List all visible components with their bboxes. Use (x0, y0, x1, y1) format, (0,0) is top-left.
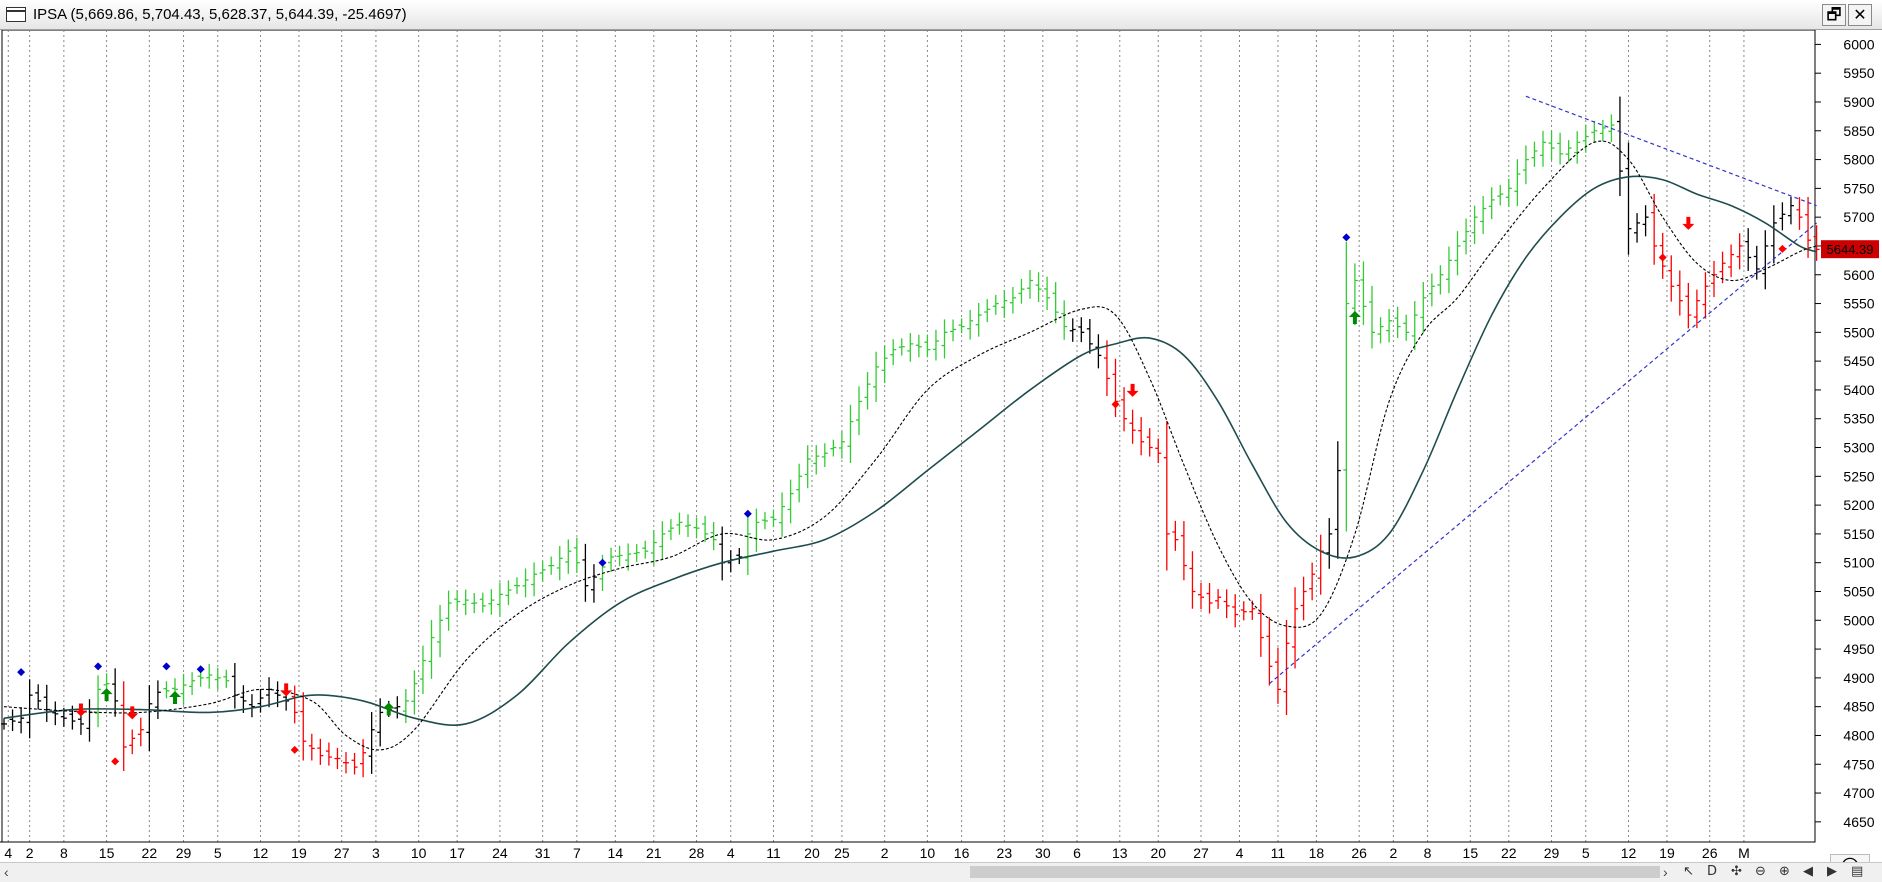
last-price-label: 5644.39 (1827, 242, 1874, 257)
y-tick-label: 5750 (1843, 180, 1874, 196)
price-chart[interactable]: 4 2 8 15 22 29 5 12 19 27 3 10 17 24 31 7 14 21 28 4 11 20 25 2… (0, 30, 1882, 862)
x-tick-label: 30 (1035, 845, 1051, 861)
close-window-button[interactable]: ✕ (1848, 4, 1872, 26)
restore-window-button[interactable]: 🗗 (1822, 4, 1846, 26)
draw-tool-icon[interactable]: D (1707, 864, 1717, 879)
x-tick-label: 20 (804, 845, 820, 861)
x-tick-label: 11 (766, 845, 781, 861)
grid-icon[interactable]: ▤ (1851, 864, 1863, 879)
x-tick-label: 2 (1389, 845, 1397, 861)
x-tick-label: 4 (1236, 845, 1244, 861)
x-tick-label: 6 (1073, 845, 1081, 861)
y-tick-label: 5600 (1843, 267, 1874, 283)
x-tick-label: 8 (1424, 845, 1432, 861)
x-tick-label: 4 (727, 845, 735, 861)
x-tick-label: 26 (1351, 845, 1367, 861)
y-tick-label: 5700 (1843, 209, 1874, 225)
title-bar: IPSA (5,669.86, 5,704.43, 5,628.37, 5,64… (0, 0, 1882, 30)
y-tick-label: 6000 (1843, 36, 1874, 52)
x-tick-label: M (1738, 845, 1750, 861)
chart-area[interactable]: 4 2 8 15 22 29 5 12 19 27 3 10 17 24 31 7 14 21 28 4 11 20 25 2… (0, 30, 1882, 880)
x-tick-label: 17 (449, 845, 465, 861)
x-tick-label: 29 (176, 845, 192, 861)
x-tick-label: 10 (920, 845, 936, 861)
y-tick-label: 4750 (1843, 756, 1874, 772)
x-tick-label: 4 (4, 845, 12, 861)
scroll-thumb[interactable] (970, 866, 1660, 878)
x-tick-label: 27 (1193, 845, 1209, 861)
x-tick-label: 11 (1271, 845, 1286, 861)
x-tick-label: 19 (291, 845, 307, 861)
x-tick-label: 12 (1621, 845, 1637, 861)
y-tick-label: 5450 (1843, 353, 1874, 369)
x-tick-label: 25 (834, 845, 850, 861)
zoom-out-icon[interactable]: ⊖ (1755, 864, 1766, 879)
x-tick-label: 14 (608, 845, 624, 861)
x-tick-label: 2 (881, 845, 889, 861)
x-tick-label: 21 (646, 845, 662, 861)
y-tick-label: 5400 (1843, 382, 1874, 398)
x-tick-label: 31 (535, 845, 551, 861)
y-tick-label: 5150 (1843, 526, 1874, 542)
y-tick-label: 5000 (1843, 612, 1874, 628)
scroll-back-icon[interactable]: ◀ (1803, 864, 1813, 879)
y-tick-label: 4950 (1843, 641, 1874, 657)
y-tick-label: 4800 (1843, 727, 1874, 743)
y-tick-label: 5850 (1843, 123, 1874, 139)
x-tick-label: 2 (26, 845, 34, 861)
y-tick-label: 5300 (1843, 440, 1874, 456)
x-tick-label: 23 (997, 845, 1013, 861)
x-tick-label: 13 (1112, 845, 1128, 861)
y-tick-label: 5800 (1843, 152, 1874, 168)
x-tick-label: 7 (573, 845, 581, 861)
scroll-left-arrow-icon[interactable]: ‹ (4, 864, 9, 880)
zoom-in-icon[interactable]: ⊕ (1779, 864, 1790, 879)
x-tick-label: 15 (1463, 845, 1479, 861)
x-tick-label: 16 (954, 845, 970, 861)
x-tick-label: 22 (142, 845, 158, 861)
cursor-tool-icon[interactable]: ↖ (1683, 864, 1694, 879)
y-tick-label: 5950 (1843, 65, 1874, 81)
y-tick-label: 4850 (1843, 699, 1874, 715)
x-tick-label: 5 (1582, 845, 1590, 861)
pan-tool-icon[interactable]: ✣ (1731, 864, 1742, 879)
y-tick-label: 5900 (1843, 94, 1874, 110)
chart-window-icon (6, 7, 26, 22)
horizontal-scrollbar[interactable]: ‹ › ↖ D ✣ ⊖ ⊕ ◀ ▶ ▤ (0, 862, 1882, 882)
scroll-right-arrow-icon[interactable]: › (1663, 864, 1668, 880)
y-tick-label: 5250 (1843, 468, 1874, 484)
y-tick-label: 4900 (1843, 670, 1874, 686)
y-tick-label: 4700 (1843, 785, 1874, 801)
x-tick-label: 22 (1501, 845, 1517, 861)
x-tick-label: 8 (60, 845, 68, 861)
y-tick-label: 5350 (1843, 411, 1874, 427)
x-tick-label: 10 (411, 845, 427, 861)
x-tick-label: 5 (214, 845, 222, 861)
x-tick-label: 24 (492, 845, 508, 861)
x-tick-label: 27 (334, 845, 350, 861)
y-tick-label: 5050 (1843, 583, 1874, 599)
x-tick-label: 29 (1544, 845, 1560, 861)
x-tick-label: 26 (1702, 845, 1718, 861)
y-tick-label: 5550 (1843, 296, 1874, 312)
x-tick-label: 19 (1659, 845, 1675, 861)
y-tick-label: 5200 (1843, 497, 1874, 513)
x-tick-label: 18 (1309, 845, 1325, 861)
x-tick-label: 15 (99, 845, 115, 861)
x-tick-label: 3 (372, 845, 380, 861)
window-title: IPSA (5,669.86, 5,704.43, 5,628.37, 5,64… (33, 6, 407, 23)
y-tick-label: 5500 (1843, 324, 1874, 340)
x-tick-label: 20 (1150, 845, 1166, 861)
x-tick-label: 12 (253, 845, 269, 861)
y-tick-label: 5100 (1843, 555, 1874, 571)
y-tick-label: 4650 (1843, 814, 1874, 830)
x-tick-label: 28 (689, 845, 705, 861)
scroll-forward-icon[interactable]: ▶ (1827, 864, 1837, 879)
